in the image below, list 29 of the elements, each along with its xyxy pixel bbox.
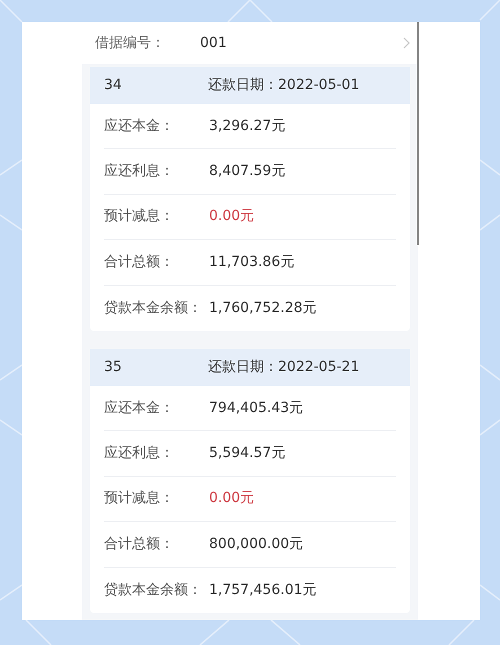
field-label: 应还本金： — [104, 116, 175, 136]
repayment-date: 2022-05-21 — [278, 358, 360, 377]
field-value: 11,703.86元 — [209, 252, 294, 272]
field-label: 预计减息： — [104, 489, 175, 508]
field-label: 应还利息： — [104, 444, 175, 464]
field-label: 预计减息： — [104, 207, 175, 226]
loan-id-label: 借据编号： — [94, 34, 166, 52]
field-value: 794,405.43元 — [209, 398, 304, 418]
field-label: 贷款本金余额： — [104, 580, 203, 600]
field-label: 合计总额： — [104, 252, 175, 272]
repayment-date-label: 还款日期： — [208, 76, 278, 95]
field-label: 应还利息： — [104, 162, 175, 182]
field-value: 1,760,752.28元 — [209, 298, 317, 318]
field-value: 8,407.59元 — [209, 162, 286, 182]
field-label: 合计总额： — [104, 534, 175, 554]
field-value: 3,296.27元 — [209, 116, 286, 136]
field-label: 应还本金： — [104, 398, 175, 418]
field-label: 贷款本金余额： — [104, 298, 203, 318]
field-value: 0.00元 — [209, 207, 254, 226]
loan-id-value: 001 — [200, 34, 228, 52]
installment-number: 34 — [103, 76, 123, 95]
field-value: 5,594.57元 — [209, 444, 286, 464]
field-value: 0.00元 — [209, 489, 254, 508]
chevron-right-icon — [403, 37, 410, 49]
repayment-date-label: 还款日期： — [208, 358, 278, 377]
field-value: 800,000.00元 — [209, 534, 304, 554]
installment-number: 35 — [103, 358, 123, 377]
field-value: 1,757,456.01元 — [209, 580, 317, 600]
repayment-date: 2022-05-01 — [278, 76, 360, 95]
